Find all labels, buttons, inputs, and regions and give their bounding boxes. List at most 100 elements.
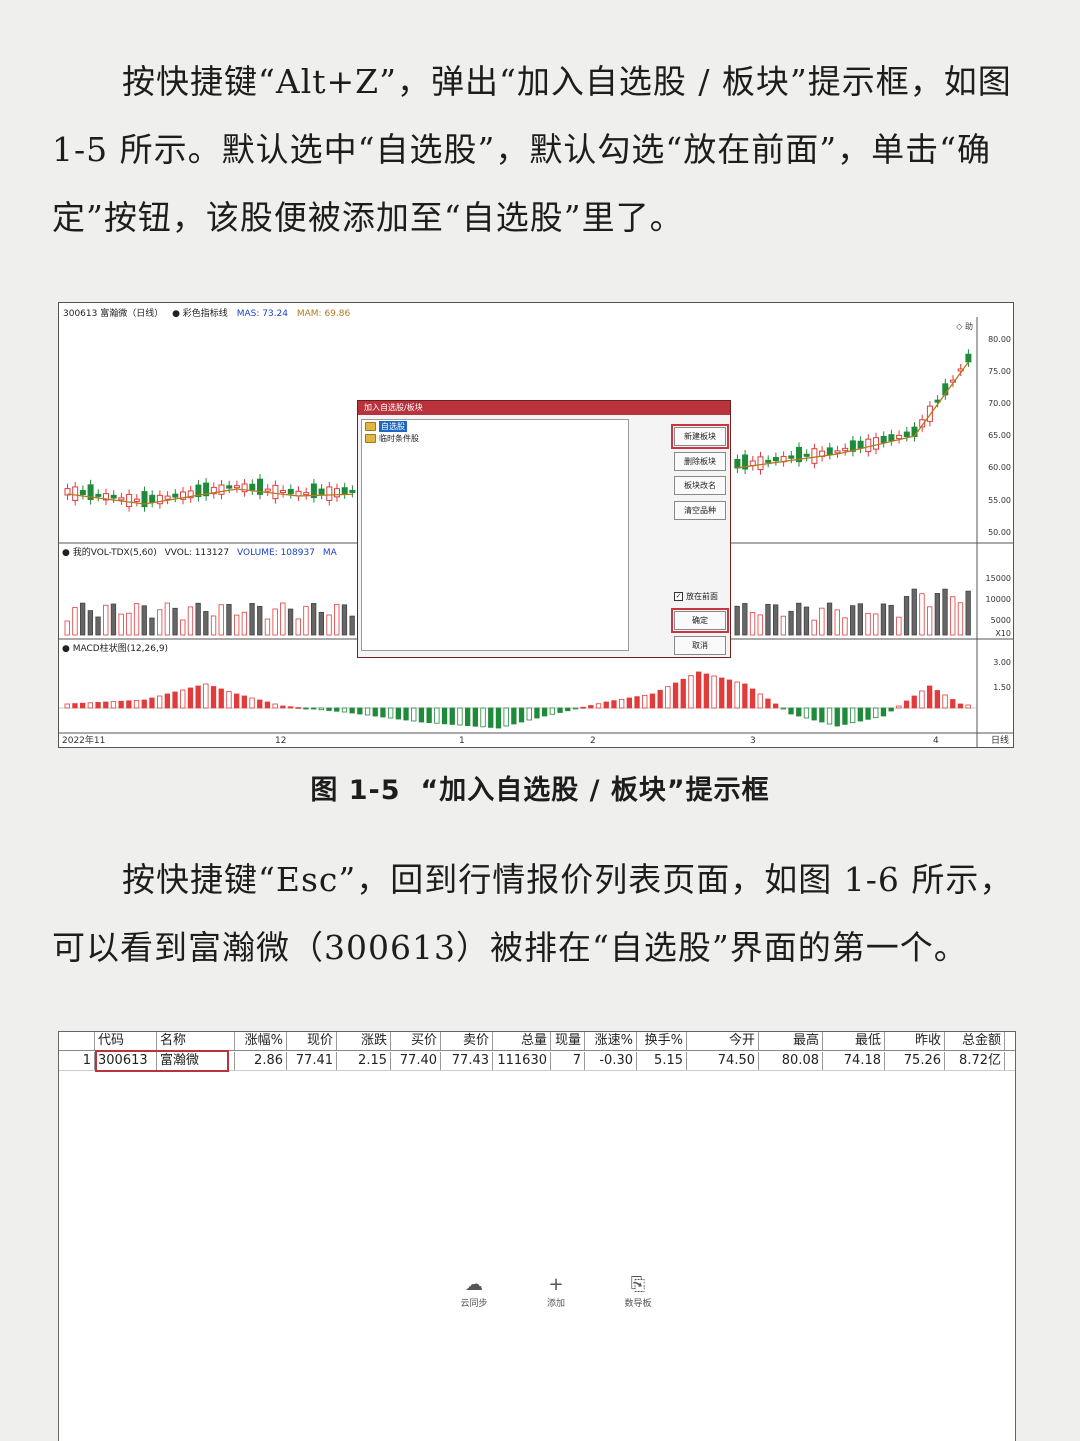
macd-bar — [280, 705, 286, 709]
volume-bar — [873, 613, 879, 636]
volume-bar — [934, 593, 940, 636]
cancel-button[interactable]: 取消 — [674, 636, 726, 655]
macd-bar — [934, 690, 940, 709]
volume-bar — [264, 618, 271, 636]
header-low[interactable]: 最低 — [823, 1032, 885, 1050]
stock-chart-figure: 300613 富瀚微（日线） ● 彩色指标线 MAS: 73.24 MAM: 6… — [58, 302, 1014, 748]
macd-bar — [657, 689, 663, 709]
macd-bar — [572, 707, 579, 710]
header-code[interactable]: 代码 — [95, 1032, 157, 1050]
put-in-front-checkbox[interactable]: ✓ 放在前面 — [674, 591, 718, 602]
volume-bar — [157, 609, 163, 636]
volume-bar — [233, 614, 240, 636]
block-tree: 自选股 临时条件股 — [361, 419, 629, 651]
date-tick: 4 — [933, 736, 939, 746]
candle-body — [896, 434, 903, 440]
candle-body — [272, 484, 279, 500]
checkbox-label: 放在前面 — [686, 592, 718, 601]
chart-corner-icons[interactable]: ◇ 助 — [956, 321, 973, 332]
macd-bar — [387, 707, 394, 719]
header-price[interactable]: 现价 — [287, 1032, 337, 1050]
period-label[interactable]: 日线 — [991, 733, 1009, 746]
macd-bar — [434, 707, 440, 724]
volume-tick: 15000 — [985, 574, 1011, 583]
header-change[interactable]: 涨跌 — [337, 1032, 391, 1050]
volume-bar — [318, 611, 325, 636]
macd-bar — [711, 675, 717, 709]
confirm-button[interactable]: 确定 — [671, 608, 729, 633]
volume-bar — [850, 605, 856, 636]
header-high[interactable]: 最高 — [759, 1032, 823, 1050]
cloud-sync-button[interactable]: ☁ 云同步 — [454, 1274, 494, 1309]
macd-bar — [526, 707, 532, 721]
header-bid[interactable]: 买价 — [391, 1032, 441, 1050]
macd-bar — [157, 695, 163, 709]
new-block-button[interactable]: 新建板块 — [671, 424, 729, 449]
macd-bar — [441, 707, 448, 725]
volume-bar — [965, 590, 971, 636]
macd-bar — [965, 704, 971, 709]
header-last-volume[interactable]: 现量 — [551, 1032, 585, 1050]
volume-bar — [280, 602, 286, 636]
macd-bar — [257, 699, 263, 709]
candle-body — [811, 448, 818, 464]
volume-bar — [826, 602, 833, 636]
macd-bar — [295, 707, 301, 709]
macd-bar — [503, 707, 509, 727]
figure-1-5-caption: 图 1-5 “加入自选股 / 板块”提示框 — [0, 768, 1080, 807]
header-name[interactable]: 名称 — [157, 1032, 235, 1050]
macd-bar — [757, 693, 763, 709]
volume-bar — [780, 615, 786, 636]
volume-bar — [241, 611, 248, 636]
header-turnover[interactable]: 换手% — [637, 1032, 687, 1050]
date-tick: 2 — [590, 736, 596, 746]
macd-bar — [811, 707, 817, 721]
header-open[interactable]: 今开 — [687, 1032, 759, 1050]
volume-bar — [811, 619, 817, 636]
macd-bar — [857, 707, 863, 722]
clear-items-button[interactable]: 清空品种 — [674, 501, 726, 520]
cell-ask: 77.43 — [441, 1052, 493, 1070]
delete-block-button[interactable]: 删除板块 — [674, 452, 726, 471]
volume-bar — [226, 603, 232, 636]
volume-bar — [149, 617, 155, 636]
header-row-index[interactable] — [59, 1032, 95, 1050]
import-button[interactable]: ⎘ 数导板 — [618, 1274, 658, 1309]
macd-bar — [195, 685, 201, 709]
macd-bar — [180, 689, 186, 709]
volume-tick: X10 — [995, 629, 1011, 638]
tree-item-watchlist[interactable]: 自选股 — [362, 420, 628, 432]
rename-block-button[interactable]: 板块改名 — [674, 476, 726, 495]
macd-bar — [850, 707, 856, 724]
volume-bar — [734, 605, 740, 636]
header-ask[interactable]: 卖价 — [441, 1032, 493, 1050]
macd-bar — [565, 707, 571, 712]
header-amount[interactable]: 总金额 — [945, 1032, 1005, 1050]
tree-item-temp-condition[interactable]: 临时条件股 — [362, 432, 628, 444]
header-speed[interactable]: 涨速% — [585, 1032, 637, 1050]
quote-list-figure: 代码 名称 涨幅% 现价 涨跌 买价 卖价 总量 现量 涨速% 换手% 今开 最高 最低 昨收 总金额 1 30… — [58, 1031, 1016, 1441]
dialog-title[interactable]: 加入自选股/板块 — [358, 401, 730, 415]
macd-bar — [603, 701, 609, 709]
header-change-pct[interactable]: 涨幅% — [235, 1032, 287, 1050]
volume-bar — [888, 604, 894, 636]
macd-bar — [226, 691, 232, 709]
macd-bar — [919, 690, 925, 709]
volume-bar — [195, 602, 201, 636]
header-prev-close[interactable]: 昨收 — [885, 1032, 945, 1050]
volume-bar — [218, 604, 224, 636]
macd-bar — [950, 699, 956, 709]
volume-bar — [788, 610, 794, 636]
add-button[interactable]: + 添加 — [536, 1274, 576, 1309]
price-tick: 70.00 — [988, 399, 1011, 408]
macd-bar — [942, 694, 948, 709]
macd-bar — [888, 707, 894, 712]
macd-bar — [765, 698, 771, 709]
candle-body — [857, 440, 864, 449]
macd-bar — [149, 697, 155, 709]
candle-body — [834, 450, 841, 454]
macd-bar — [873, 707, 879, 719]
header-volume[interactable]: 总量 — [493, 1032, 551, 1050]
candle-body — [264, 488, 271, 492]
macd-bar — [696, 671, 702, 709]
